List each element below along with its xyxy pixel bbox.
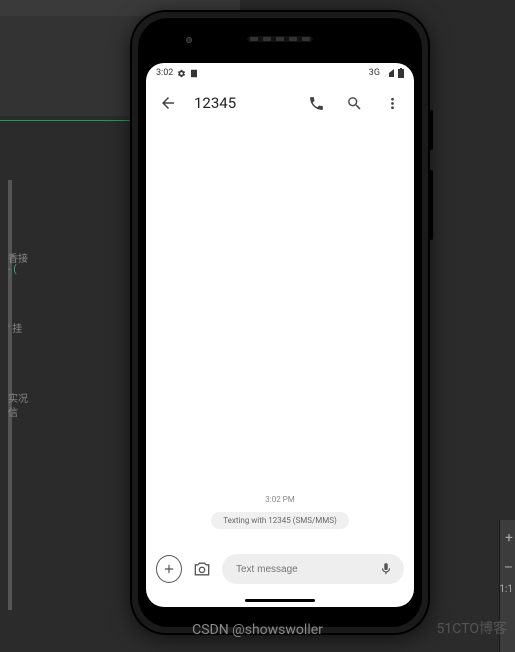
code-fragment: ' 挂 — [8, 320, 22, 335]
search-button[interactable] — [342, 91, 366, 115]
settings-status-icon — [177, 69, 186, 78]
code-fragment: 实况 — [8, 390, 28, 405]
status-network: 3G — [369, 68, 380, 78]
zoom-in-button[interactable]: + — [505, 530, 513, 546]
code-fragment: 信 — [8, 404, 18, 419]
compose-bar — [146, 543, 414, 607]
message-input[interactable] — [234, 563, 370, 576]
status-time: 3:02 — [156, 68, 173, 78]
more-options-button[interactable] — [380, 91, 404, 115]
signal-icon — [384, 69, 394, 77]
message-input-container[interactable] — [222, 554, 404, 584]
conversation-title[interactable]: 12345 — [194, 94, 290, 112]
zoom-out-button[interactable]: – — [504, 560, 513, 576]
voice-input-button[interactable] — [376, 559, 396, 579]
phone-frame: 3:02 3G — [130, 10, 430, 635]
texting-info-chip: Texting with 12345 (SMS/MMS) — [211, 512, 349, 529]
add-attachment-button[interactable] — [156, 555, 182, 583]
ide-left-block — [0, 16, 150, 116]
watermark-csdn: CSDN @showswoller — [192, 622, 323, 638]
code-fragment: 香接 — [8, 250, 28, 265]
navigation-handle[interactable] — [245, 599, 315, 602]
camera-button[interactable] — [190, 556, 214, 582]
watermark-51cto: 51CTO博客 — [437, 618, 507, 638]
phone-screen: 3:02 3G — [146, 63, 414, 607]
battery-icon — [398, 68, 404, 78]
zoom-reset-button[interactable]: 1:1 — [499, 584, 513, 595]
back-button[interactable] — [156, 91, 180, 115]
code-fragment: - ( — [8, 264, 17, 275]
conversation-body: 3:02 PM Texting with 12345 (SMS/MMS) — [146, 123, 414, 543]
message-timestamp: 3:02 PM — [265, 495, 294, 504]
call-button[interactable] — [304, 91, 328, 115]
conversation-app-bar: 12345 — [146, 83, 414, 123]
app-status-icon — [190, 69, 198, 78]
status-bar: 3:02 3G — [146, 63, 414, 83]
earpiece — [247, 36, 313, 42]
front-camera — [186, 37, 192, 43]
